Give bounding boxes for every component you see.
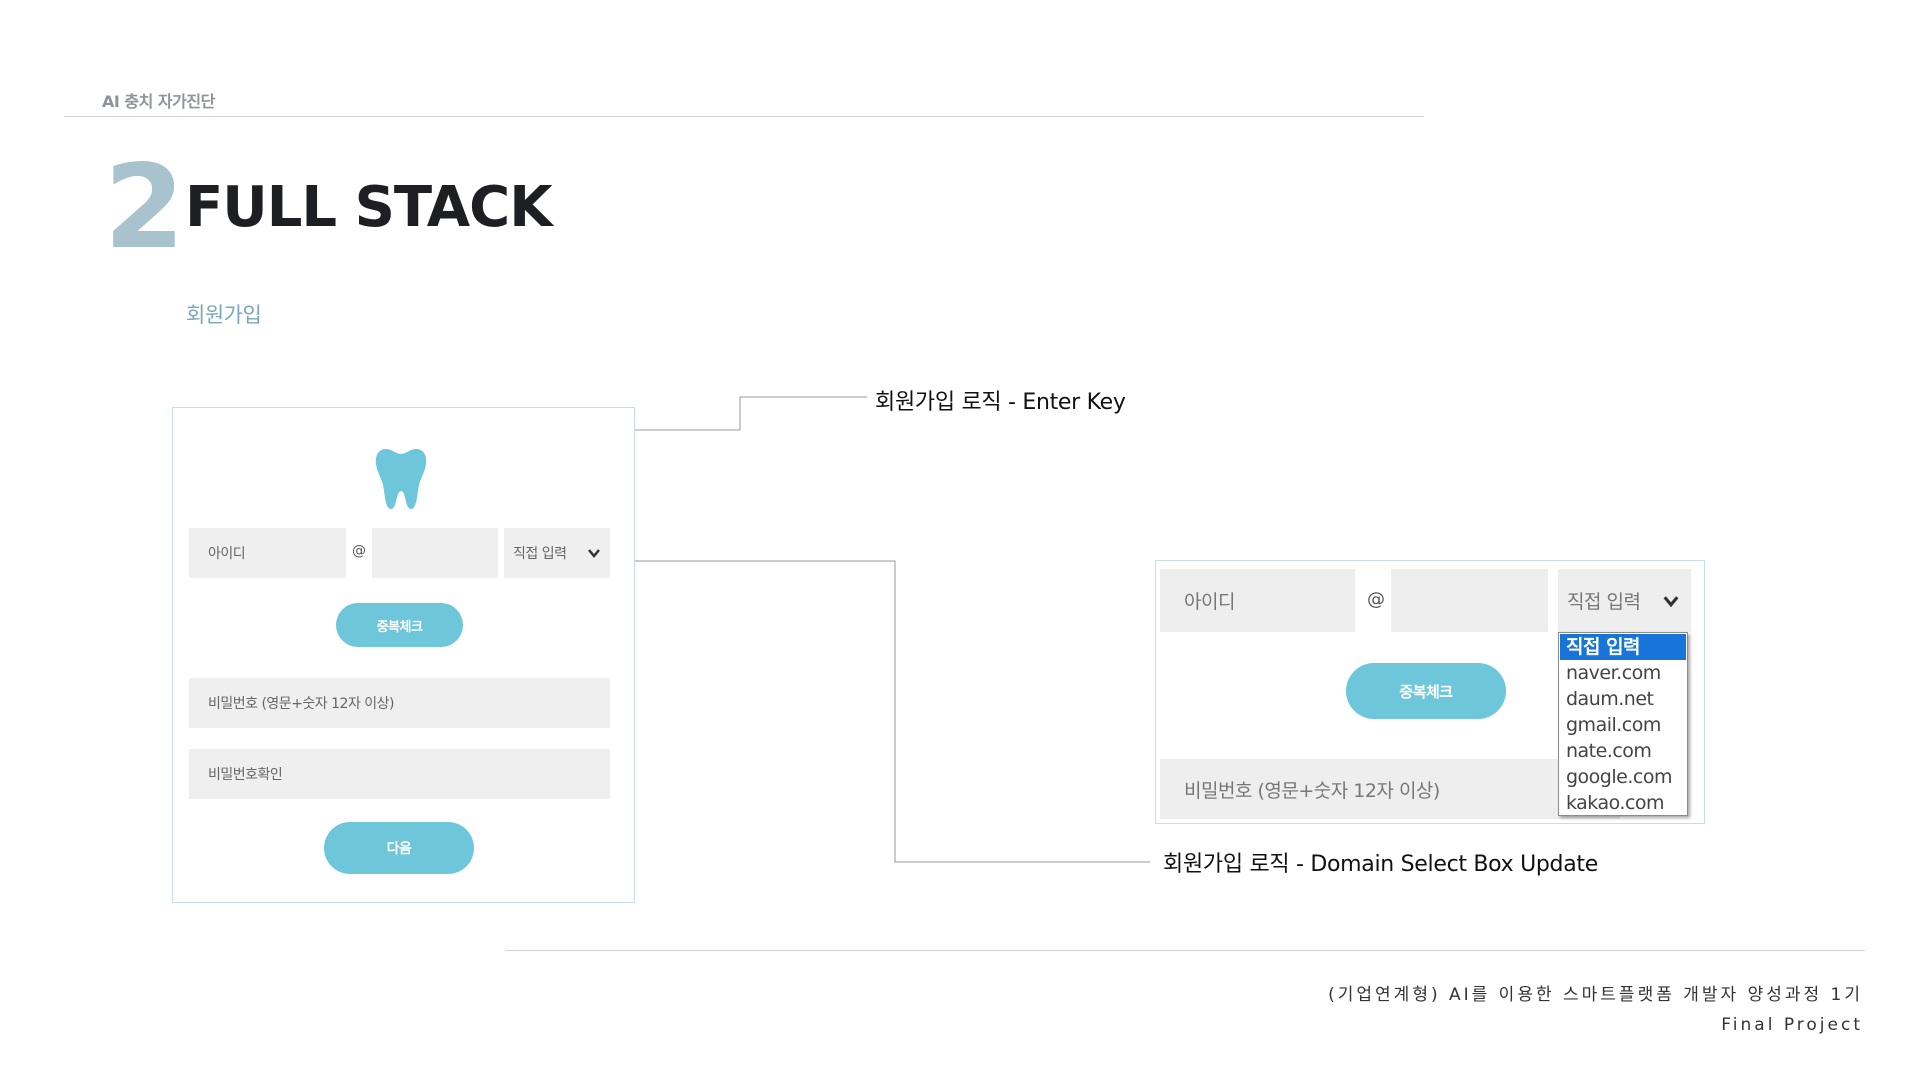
domain-option[interactable]: nate.com [1560, 738, 1686, 764]
at-symbol: @ [352, 543, 366, 559]
zoom-dup-check-button[interactable]: 중복체크 [1346, 663, 1506, 719]
zoom-domain-input[interactable] [1391, 569, 1548, 632]
domain-option[interactable]: naver.com [1560, 660, 1686, 686]
footer-divider [505, 950, 1865, 951]
chevron-down-icon [588, 549, 600, 558]
domain-select-value: 직접 입력 [513, 546, 567, 562]
domain-option[interactable]: google.com [1560, 764, 1686, 790]
project-name: Final Project [1721, 1015, 1863, 1035]
zoom-at-symbol: @ [1367, 589, 1385, 610]
id-input[interactable]: 아이디 [189, 528, 346, 578]
password-confirm-input[interactable]: 비밀번호확인 [189, 749, 610, 799]
enter-key-annotation: 회원가입 로직 - Enter Key [875, 390, 1126, 415]
domain-option[interactable]: daum.net [1560, 686, 1686, 712]
domain-select-annotation: 회원가입 로직 - Domain Select Box Update [1163, 852, 1598, 877]
chevron-down-icon [1663, 595, 1679, 607]
course-name: (기업연계형) AI를 이용한 스마트플랫폼 개발자 양성과정 1기 [1328, 985, 1863, 1005]
domain-option[interactable]: kakao.com [1560, 790, 1686, 816]
domain-select-connector [612, 560, 1150, 863]
zoom-password-input[interactable]: 비밀번호 (영문+숫자 12자 이상) [1160, 759, 1620, 819]
next-button[interactable]: 다음 [324, 822, 474, 874]
enter-key-connector [614, 396, 867, 431]
dup-check-button[interactable]: 중복체크 [336, 603, 463, 647]
password-input[interactable]: 비밀번호 (영문+숫자 12자 이상) [189, 678, 610, 728]
zoom-domain-select[interactable]: 직접 입력 [1558, 569, 1691, 632]
domain-option[interactable]: gmail.com [1560, 712, 1686, 738]
domain-option[interactable]: 직접 입력 [1560, 634, 1686, 660]
domain-options-dropdown[interactable]: 직접 입력 naver.com daum.net gmail.com nate.… [1558, 632, 1688, 816]
domain-input[interactable] [372, 528, 498, 578]
zoom-id-input[interactable]: 아이디 [1160, 569, 1355, 632]
domain-select[interactable]: 직접 입력 [504, 528, 610, 578]
tooth-icon [375, 449, 427, 509]
zoom-domain-select-value: 직접 입력 [1567, 591, 1641, 613]
